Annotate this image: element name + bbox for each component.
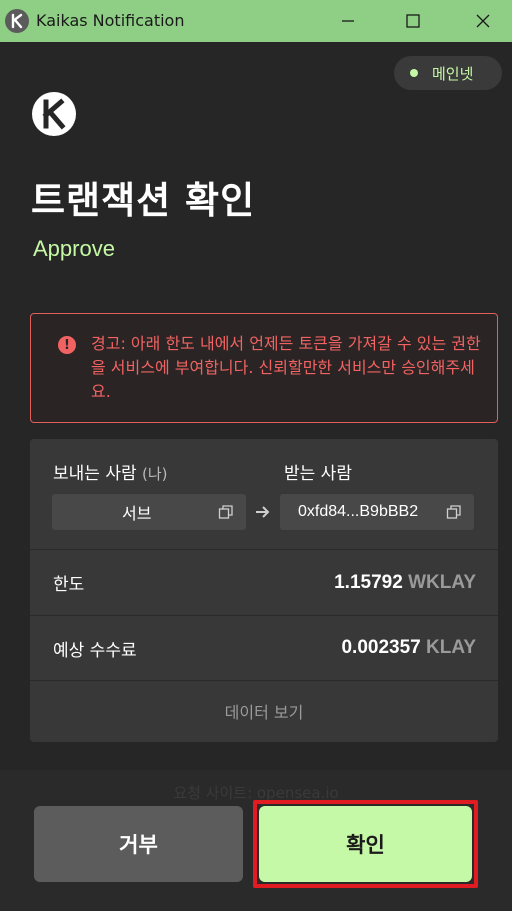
kaikas-logo-icon (32, 92, 76, 136)
transaction-details-card: 보내는 사람 (나) 받는 사람 서브 0xfd84...B9bBB2 한도 1… (30, 439, 498, 742)
reject-button[interactable]: 거부 (34, 806, 243, 882)
limit-value: 1.15792 WKLAY (334, 572, 476, 593)
limit-unit: WKLAY (408, 572, 476, 593)
close-button[interactable] (460, 0, 506, 42)
close-icon (476, 14, 490, 28)
confirm-button[interactable]: 확인 (259, 806, 472, 882)
divider (30, 680, 498, 681)
receiver-address: 0xfd84...B9bBB2 (298, 503, 419, 520)
window-title: Kaikas Notification (36, 11, 185, 30)
fee-value: 0.002357 KLAY (341, 637, 476, 658)
network-label: 메인넷 (432, 64, 474, 83)
limit-label: 한도 (53, 575, 85, 595)
sender-name: 서브 (122, 506, 152, 523)
minimize-button[interactable] (325, 0, 371, 42)
fee-unit: KLAY (426, 637, 476, 658)
view-data-link[interactable]: 데이터 보기 (30, 699, 498, 723)
sender-self-tag: (나) (142, 465, 168, 483)
sender-label: 보내는 사람 (나) (53, 464, 168, 484)
sender-address-box: 서브 (52, 494, 246, 530)
kaikas-app-icon (5, 9, 29, 33)
network-selector[interactable]: 메인넷 (394, 56, 502, 90)
receiver-address-box: 0xfd84...B9bBB2 (280, 494, 474, 530)
maximize-icon (406, 14, 420, 28)
divider (30, 549, 498, 550)
fee-label: 예상 수수료 (53, 641, 137, 661)
divider (30, 615, 498, 616)
transaction-type: Approve (33, 236, 115, 261)
page-title: 트랜잭션 확인 (31, 179, 256, 222)
arrow-right-icon (256, 506, 270, 518)
window-title-bar: Kaikas Notification (0, 0, 512, 42)
alert-icon: ! (58, 336, 76, 354)
warning-text: 경고: 아래 한도 내에서 언제든 토큰을 가져갈 수 있는 권한을 서비스에 … (91, 334, 481, 401)
copy-icon[interactable] (446, 504, 462, 520)
network-status-dot (410, 69, 418, 77)
maximize-button[interactable] (390, 0, 436, 42)
receiver-label: 받는 사람 (284, 464, 352, 484)
approval-warning: ! 경고: 아래 한도 내에서 언제든 토큰을 가져갈 수 있는 권한을 서비스… (30, 313, 498, 423)
minimize-icon (342, 20, 354, 22)
copy-icon[interactable] (218, 504, 234, 520)
